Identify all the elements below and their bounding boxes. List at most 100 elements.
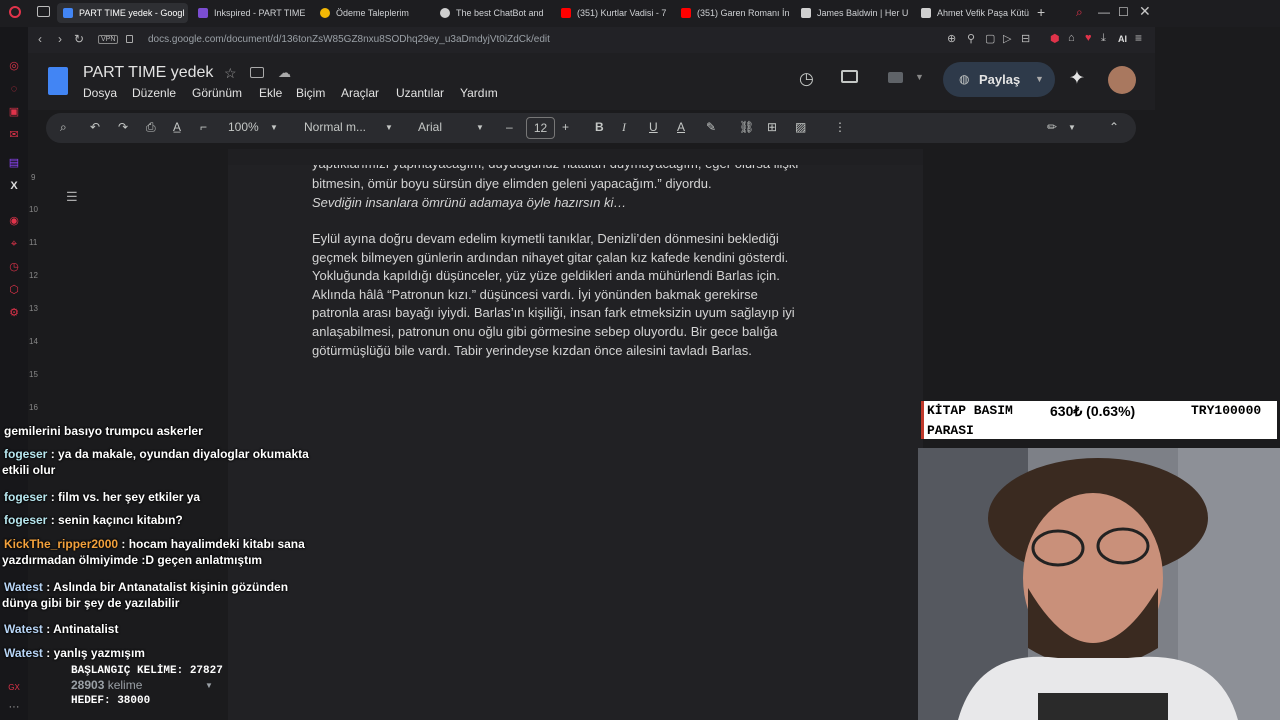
redo-icon[interactable]: ↷ [118,120,128,134]
document-page[interactable] [228,165,923,720]
ai-icon[interactable]: ◎ [8,60,20,72]
menu-uzantilar[interactable]: Uzantılar [396,86,444,100]
vpn-badge[interactable]: VPN [98,35,119,44]
downloads-icon[interactable]: ⤓ [1101,32,1106,45]
menu-bicim[interactable]: Biçim [296,86,325,100]
opera-logo-icon[interactable] [9,6,21,18]
messenger-icon[interactable]: ◌ [8,83,20,95]
menu-araclar[interactable]: Araçlar [341,86,379,100]
back-icon[interactable]: ‹ [38,32,42,46]
move-folder-icon[interactable] [250,67,264,78]
extensions-icon[interactable]: ⬡ [8,284,20,296]
close-icon[interactable]: ✕ [1139,3,1151,20]
chevron-down-icon[interactable]: ▼ [1068,123,1076,132]
menu-duzenle[interactable]: Düzenle [132,86,176,100]
settings-icon[interactable]: ⚙ [8,307,20,319]
wallet-icon[interactable]: ⌂ [1068,32,1075,44]
menu-yardim[interactable]: Yardım [460,86,498,100]
chevron-down-icon[interactable]: ▼ [270,123,278,132]
zoom-select[interactable]: 100% [228,120,259,134]
increase-font-size-button[interactable]: + [562,120,569,134]
chat-text: yazdırmadan ölmiyimde :D geçen anlatmışt… [2,553,263,567]
star-icon[interactable]: ☆ [224,65,237,82]
chevron-down-icon[interactable]: ▼ [385,123,393,132]
share-button[interactable]: ◍ Paylaş ▼ [943,62,1055,97]
gmail-icon[interactable]: ✉ [8,129,20,141]
heart-icon[interactable]: ♥ [1085,32,1092,44]
tab-part-time-docs[interactable]: PART TIME yedek - Googl [57,3,188,23]
document-title[interactable]: PART TIME yedek [83,64,213,82]
word-count-badge[interactable]: 28903 kelime ▼ [71,678,213,692]
tab-ahmet-vefik[interactable]: Ahmet Vefik Paşa Kütü [915,3,1029,23]
gemini-icon[interactable]: ✦ [1069,67,1085,90]
more-options-icon[interactable]: ⋮ [834,120,846,134]
comments-icon[interactable] [841,70,858,83]
meet-dropdown-icon[interactable]: ▼ [915,72,924,82]
extension-icon[interactable]: ⬢ [1050,32,1060,45]
tab-garen-romani[interactable]: (351) Garen Romanı İn [675,3,789,23]
menu-dosya[interactable]: Dosya [83,86,117,100]
google-docs-logo-icon[interactable] [48,67,68,95]
gx-icon[interactable]: GX [8,682,20,694]
instagram-icon[interactable]: ▣ [8,106,20,118]
paragraph-style-select[interactable]: Normal m... [304,120,366,134]
underline-icon[interactable]: U [649,120,658,134]
workspaces-icon[interactable] [37,6,50,17]
editing-mode-icon[interactable]: ✏ [1047,120,1057,134]
paint-format-icon[interactable]: ⌐ [200,120,207,134]
doc-line: götürmüşlüğü bile vardı. Tabir yerindeys… [312,343,752,358]
link-icon[interactable]: ⛓ [739,120,754,134]
tab-chatbot[interactable]: The best ChatBot and [434,3,554,23]
ai-button[interactable]: AI [1118,34,1127,44]
send-icon[interactable]: ▷ [1003,32,1011,45]
minimize-icon[interactable]: — [1098,5,1110,19]
forward-icon[interactable]: › [58,32,62,46]
bold-icon[interactable]: B [595,120,604,134]
decrease-font-size-button[interactable]: – [506,120,513,134]
collapse-toolbar-icon[interactable]: ⌃ [1109,120,1119,134]
menu-gorunum[interactable]: Görünüm [192,86,242,100]
pin-icon[interactable]: ⚲ [967,32,975,45]
version-history-icon[interactable]: ◷ [799,69,814,89]
pinboard-icon[interactable]: ⌖ [8,238,20,250]
snapshot-icon[interactable]: ▢ [985,32,995,45]
x-icon[interactable]: X [8,180,20,192]
font-select[interactable]: Arial [418,120,442,134]
tab-inkspired[interactable]: Inkspired - PART TIME [192,3,312,23]
cloud-status-icon[interactable]: ☁ [278,65,291,81]
meet-icon[interactable] [888,72,903,83]
font-size-input[interactable]: 12 [526,117,555,139]
tab-odeme-taleplerim[interactable]: Ödeme Taleplerim [314,3,434,23]
highlight-icon[interactable]: ✎ [706,120,716,134]
chat-message: KickThe_ripper2000 : hocam hayalimdeki k… [2,537,305,567]
menu-ekle[interactable]: Ekle [259,86,282,100]
maximize-icon[interactable]: ☐ [1118,5,1129,19]
tab-kurtlar-vadisi[interactable]: (351) Kurtlar Vadisi - 7 [555,3,675,23]
reload-icon[interactable]: ↻ [74,32,84,46]
url-field[interactable]: docs.google.com/document/d/136tonZsW85GZ… [148,34,550,45]
comment-add-icon[interactable]: ⊞ [767,120,777,134]
undo-icon[interactable]: ↶ [90,120,100,134]
outline-icon[interactable]: ☰ [66,189,78,205]
spellcheck-icon[interactable]: A̲ [173,120,181,134]
chevron-down-icon[interactable]: ▼ [476,123,484,132]
tab-james-baldwin[interactable]: James Baldwin | Her U [795,3,909,23]
avatar[interactable] [1108,66,1136,94]
tab-favicon [801,8,811,18]
search-icon[interactable]: ⌕ [60,120,67,135]
image-icon[interactable]: ▨ [795,120,806,134]
zoom-icon[interactable]: ⊕ [947,32,956,45]
more-icon[interactable]: ··· [8,701,20,713]
player-icon[interactable]: ◉ [8,215,20,227]
history-icon[interactable]: ◷ [8,261,20,273]
chatgpt-tab-icon [440,8,450,18]
twitch-icon[interactable]: ▤ [8,157,20,169]
text-color-icon[interactable]: A [677,120,685,134]
print-icon[interactable]: ⎙ [146,120,156,135]
lock-icon[interactable] [126,35,133,43]
search-tabs-icon[interactable]: ⌕ [1076,5,1083,20]
italic-icon[interactable]: I [622,120,626,135]
bookmark-icon[interactable]: ⊟ [1021,32,1030,45]
new-tab-button[interactable]: + [1037,4,1045,20]
menu-icon[interactable]: ≡ [1135,31,1142,45]
